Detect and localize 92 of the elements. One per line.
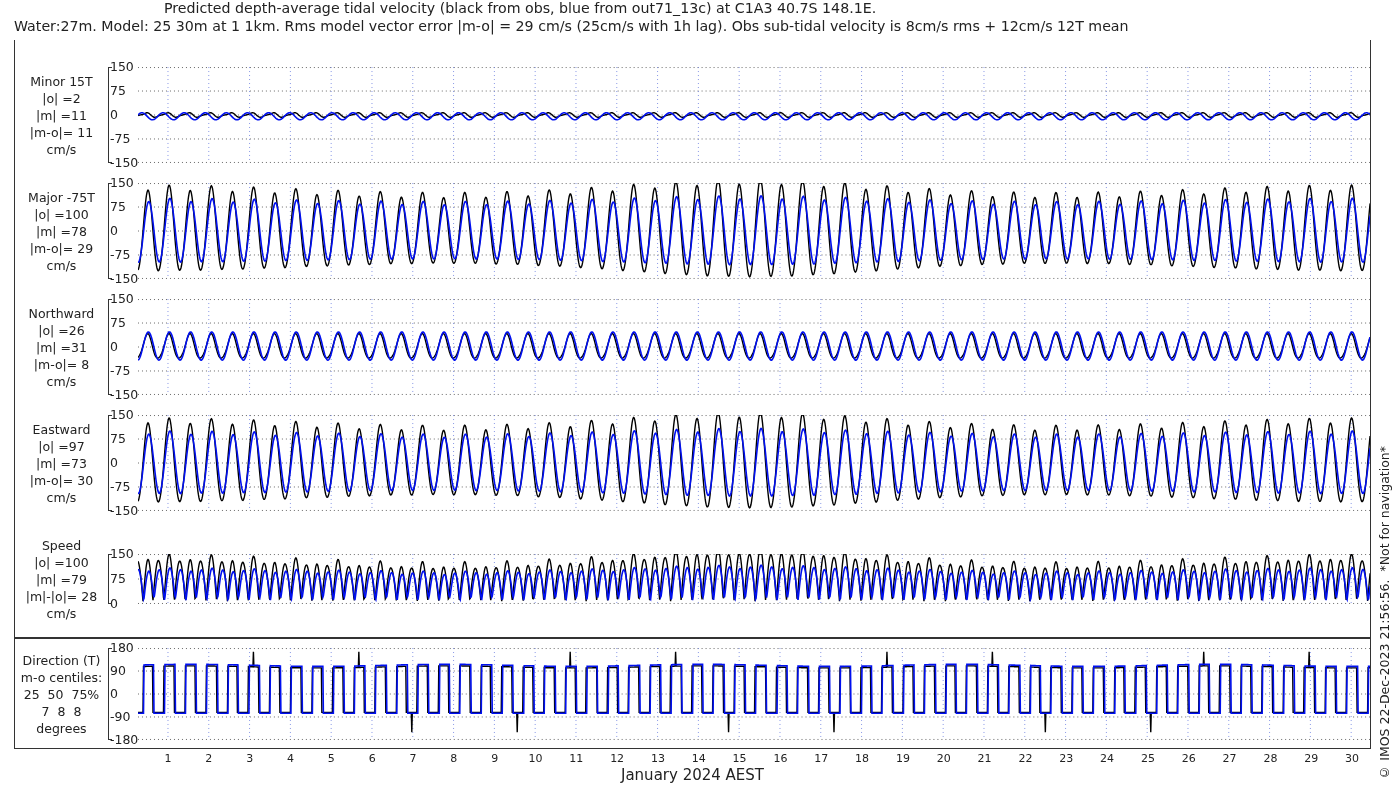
panel-label: cm/s bbox=[46, 140, 77, 158]
x-axis-label: January 2024 AEST bbox=[621, 766, 764, 784]
panel-label: Major -75T bbox=[28, 188, 95, 206]
x-tick-label: 15 bbox=[732, 752, 747, 765]
y-tick-label: 150 bbox=[109, 547, 134, 561]
x-tick-label: 3 bbox=[246, 752, 254, 765]
x-tick-label: 2 bbox=[205, 752, 213, 765]
panel-label: cm/s bbox=[46, 256, 77, 274]
y-tick-label: -150 bbox=[109, 504, 139, 518]
x-tick-label: 6 bbox=[368, 752, 376, 765]
panel-label: |m-o|= 29 bbox=[29, 239, 94, 257]
y-tick-label: 0 bbox=[109, 597, 118, 611]
x-tick-label: 19 bbox=[895, 752, 910, 765]
panel-label: 7 8 8 bbox=[41, 702, 82, 720]
panel-label: |o| =26 bbox=[38, 321, 85, 339]
panel-label: |o| =100 bbox=[34, 553, 89, 571]
panel-label: |m-o|= 11 bbox=[29, 123, 94, 141]
x-tick-label: 4 bbox=[287, 752, 294, 765]
x-tick-label: 9 bbox=[491, 752, 499, 765]
panel-label: degrees bbox=[36, 719, 87, 737]
panel-label: |o| =2 bbox=[42, 89, 81, 107]
panel-label: |o| =100 bbox=[34, 205, 89, 223]
panel-label: cm/s bbox=[46, 604, 77, 622]
y-tick-label: 0 bbox=[109, 687, 118, 701]
x-tick-label: 24 bbox=[1100, 752, 1115, 765]
y-tick-label: -90 bbox=[109, 710, 131, 724]
x-tick-label: 1 bbox=[164, 752, 172, 765]
x-tick-label: 30 bbox=[1345, 752, 1360, 765]
chart-title: Water:27m. Model: 25 30m at 1 1km. Rms model vector error |m-o| = 29 cm/s (25cm/s with 1h lag). Obs sub-tidal velocity is 8cm/s rms + 12cm/s 12T mean bbox=[14, 17, 1130, 35]
y-tick-label: -75 bbox=[109, 248, 131, 262]
panel-label: |o| =97 bbox=[38, 437, 85, 455]
x-tick-label: 28 bbox=[1263, 752, 1278, 765]
x-tick-label: 29 bbox=[1304, 752, 1319, 765]
y-tick-label: 180 bbox=[109, 641, 134, 655]
x-tick-label: 26 bbox=[1181, 752, 1196, 765]
copyright-notice: © IMOS 22-Dec-2023 21:56:56. *Not for navigation* bbox=[1376, 446, 1394, 780]
panel-label: cm/s bbox=[46, 488, 77, 506]
x-tick-label: 23 bbox=[1059, 752, 1074, 765]
y-tick-label: 0 bbox=[109, 340, 118, 354]
x-tick-label: 21 bbox=[977, 752, 992, 765]
y-tick-label: -150 bbox=[109, 272, 139, 286]
y-tick-label: 75 bbox=[109, 200, 126, 214]
panel-label: Minor 15T bbox=[30, 72, 93, 90]
x-tick-label: 20 bbox=[936, 752, 951, 765]
x-tick-label: 16 bbox=[773, 752, 788, 765]
y-tick-label: 150 bbox=[109, 292, 134, 306]
panel-label: |m| =78 bbox=[36, 222, 87, 240]
x-tick-label: 10 bbox=[528, 752, 543, 765]
panel-label: m-o centiles: bbox=[20, 668, 103, 686]
panel-label: Direction (T) bbox=[22, 651, 101, 669]
y-tick-label: 150 bbox=[109, 60, 134, 74]
x-tick-label: 25 bbox=[1140, 752, 1155, 765]
panel-label: |m-o|= 8 bbox=[33, 355, 90, 373]
panel-label: |m| =73 bbox=[36, 454, 87, 472]
x-tick-label: 14 bbox=[691, 752, 706, 765]
x-tick-label: 13 bbox=[650, 752, 665, 765]
panel-label: 25 50 75% bbox=[23, 685, 100, 703]
y-tick-label: 0 bbox=[109, 224, 118, 238]
panel-label: Speed bbox=[41, 536, 82, 554]
panel-label: |m| =11 bbox=[36, 106, 87, 124]
y-tick-label: 150 bbox=[109, 408, 134, 422]
y-tick-label: -75 bbox=[109, 480, 131, 494]
panel-label: |m|-|o|= 28 bbox=[25, 587, 98, 605]
y-tick-label: -150 bbox=[109, 156, 139, 170]
x-tick-label: 5 bbox=[327, 752, 335, 765]
panel-label: |m| =79 bbox=[36, 570, 87, 588]
panel-label: |m-o|= 30 bbox=[29, 471, 94, 489]
x-tick-label: 12 bbox=[610, 752, 625, 765]
x-tick-label: 27 bbox=[1222, 752, 1237, 765]
x-tick-label: 22 bbox=[1018, 752, 1033, 765]
x-tick-label: 11 bbox=[569, 752, 584, 765]
y-tick-label: 75 bbox=[109, 316, 126, 330]
y-tick-label: -180 bbox=[109, 733, 139, 747]
y-tick-label: -150 bbox=[109, 388, 139, 402]
y-tick-label: 90 bbox=[109, 664, 126, 678]
y-tick-label: 75 bbox=[109, 432, 126, 446]
y-tick-label: 0 bbox=[109, 108, 118, 122]
y-tick-label: -75 bbox=[109, 132, 131, 146]
y-tick-label: 75 bbox=[109, 572, 126, 586]
y-tick-label: -75 bbox=[109, 364, 131, 378]
x-tick-label: 18 bbox=[855, 752, 870, 765]
panel-label: Northward bbox=[28, 304, 95, 322]
x-tick-label: 17 bbox=[814, 752, 829, 765]
panel-label: cm/s bbox=[46, 372, 77, 390]
y-tick-label: 150 bbox=[109, 176, 134, 190]
y-tick-label: 0 bbox=[109, 456, 118, 470]
x-tick-label: 7 bbox=[409, 752, 417, 765]
y-tick-label: 75 bbox=[109, 84, 126, 98]
panel-label: |m| =31 bbox=[36, 338, 87, 356]
x-tick-label: 8 bbox=[450, 752, 458, 765]
chart-title: Predicted depth-average tidal velocity (black from obs, blue from out71_13c) at C1A3 40.7S 148.1E. bbox=[163, 0, 878, 18]
panel-label: Eastward bbox=[32, 420, 91, 438]
